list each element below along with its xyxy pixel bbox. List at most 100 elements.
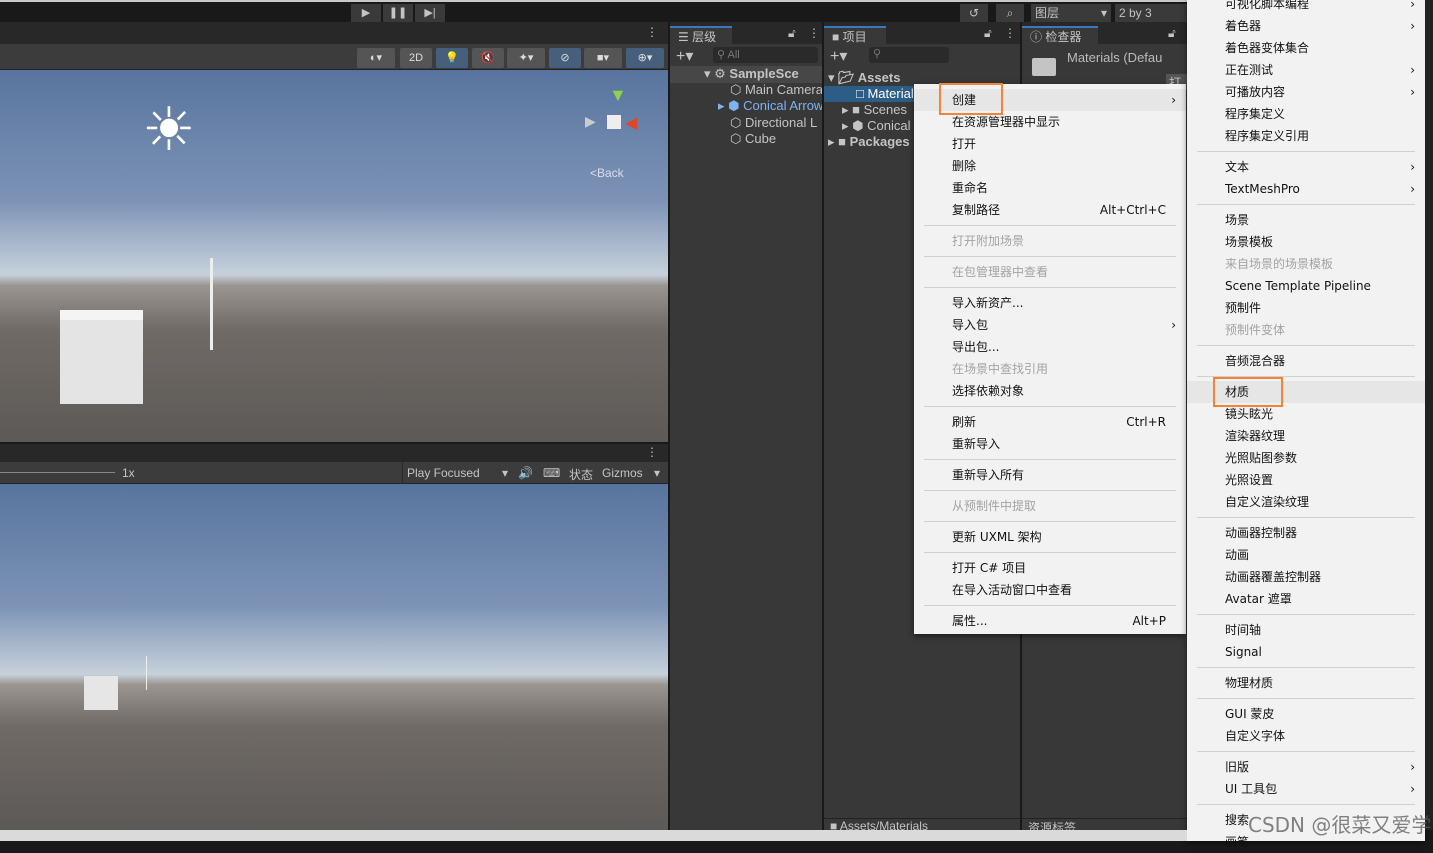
menu-item[interactable]: 渲染器纹理 xyxy=(1187,425,1425,447)
tab-project[interactable]: ■ 项目 xyxy=(824,26,886,44)
keyboard-icon[interactable]: ⌨ xyxy=(543,466,560,480)
menu-item[interactable]: 重新导入 xyxy=(914,433,1186,455)
lock-icon[interactable]: 🔓︎ xyxy=(984,26,992,41)
menu-item[interactable]: 程序集定义 xyxy=(1187,103,1425,125)
menu-item[interactable]: UI 工具包 › xyxy=(1187,778,1425,800)
menu-item[interactable]: GUI 蒙皮 xyxy=(1187,703,1425,725)
play-button[interactable]: ▶ xyxy=(351,4,381,22)
gizmos-button[interactable]: Gizmos xyxy=(602,466,643,480)
add-button[interactable]: +▾ xyxy=(676,46,693,66)
scene-view: ⋮ ◐▾ 2D 💡 🔇 ✦▾ ⊘ ■▾ ⊕▾ ☀ ▼ ◀ ▶ <Back xyxy=(0,22,668,442)
menu-item[interactable]: 打开 xyxy=(914,133,1186,155)
lighting-toggle[interactable]: 💡 xyxy=(436,48,468,68)
menu-item[interactable]: 预制件 xyxy=(1187,297,1425,319)
effects-dropdown[interactable]: ✦▾ xyxy=(507,48,545,68)
lock-icon[interactable]: 🔓︎ xyxy=(788,26,796,41)
add-button[interactable]: +▾ xyxy=(830,46,847,66)
hierarchy-item[interactable]: ⬡ Directional L xyxy=(730,115,822,131)
menu-item[interactable]: Signal xyxy=(1187,641,1425,663)
menu-item[interactable]: 刷新 Ctrl+R xyxy=(914,411,1186,433)
menu-item[interactable]: 时间轴 xyxy=(1187,619,1425,641)
scene-viewport[interactable]: ☀ ▼ ◀ ▶ <Back xyxy=(0,70,668,442)
asset-conical[interactable]: ▸ ⬢ Conical xyxy=(842,118,910,134)
hierarchy-item[interactable]: ▸ ⬢ Conical Arrow xyxy=(718,98,822,114)
camera-dropdown[interactable]: ■▾ xyxy=(584,48,622,68)
menu-item[interactable]: 动画 xyxy=(1187,544,1425,566)
2d-toggle[interactable]: 2D xyxy=(400,48,432,68)
menu-item[interactable]: 导入包 › xyxy=(914,314,1186,336)
more-icon[interactable]: ⋮ xyxy=(808,26,820,40)
scrollbar[interactable] xyxy=(1425,0,1433,830)
menu-item[interactable]: 自定义字体 xyxy=(1187,725,1425,747)
menu-item[interactable]: 程序集定义引用 xyxy=(1187,125,1425,147)
mute-audio-icon[interactable]: 🔊 xyxy=(518,466,533,480)
menu-item[interactable]: 场景 xyxy=(1187,209,1425,231)
project-search-input[interactable]: ⚲ xyxy=(869,47,949,63)
scene-root-item[interactable]: ▾ ⚙ SampleSce xyxy=(670,66,822,83)
menu-item[interactable]: 音频混合器 xyxy=(1187,350,1425,372)
hierarchy-search-input[interactable]: ⚲ All xyxy=(713,47,818,63)
tab-inspector[interactable]: ⓘ 检查器 xyxy=(1022,26,1098,44)
assets-folder[interactable]: ▾ 📂︎ Assets xyxy=(828,70,900,86)
menu-item[interactable]: 文本 › xyxy=(1187,156,1425,178)
hierarchy-item[interactable]: ⬡ Cube xyxy=(730,131,822,147)
visibility-toggle[interactable]: ⊘ xyxy=(549,48,581,68)
menu-item[interactable]: 选择依赖对象 xyxy=(914,380,1186,402)
folder-scenes[interactable]: ▸ ■ Scenes xyxy=(842,102,907,118)
back-label[interactable]: <Back xyxy=(590,166,624,180)
menu-item[interactable]: 属性... Alt+P xyxy=(914,610,1186,632)
menu-item[interactable]: 在导入活动窗口中查看 xyxy=(914,579,1186,601)
conical-arrow-object[interactable] xyxy=(210,258,213,350)
menu-item[interactable]: Scene Template Pipeline xyxy=(1187,275,1425,297)
hierarchy-item[interactable]: ⬡ Main Camera xyxy=(730,82,822,98)
more-icon[interactable]: ⋮ xyxy=(646,25,658,39)
menu-item[interactable]: 光照贴图参数 xyxy=(1187,447,1425,469)
layout-dropdown[interactable]: 2 by 3 xyxy=(1115,4,1190,22)
scale-slider[interactable] xyxy=(0,472,115,473)
shading-mode-button[interactable]: ◐▾ xyxy=(357,48,395,68)
menu-item[interactable]: 自定义渲染纹理 xyxy=(1187,491,1425,513)
menu-item[interactable]: 可播放内容 › xyxy=(1187,81,1425,103)
menu-item[interactable]: 复制路径 Alt+Ctrl+C xyxy=(914,199,1186,221)
more-icon[interactable]: ⋮ xyxy=(1004,26,1016,40)
step-button[interactable]: ▶| xyxy=(415,4,445,22)
menu-item[interactable]: 打开 C# 项目 xyxy=(914,557,1186,579)
menu-item[interactable]: 着色器变体集合 xyxy=(1187,37,1425,59)
menu-item[interactable]: 导出包... xyxy=(914,336,1186,358)
packages-folder[interactable]: ▸ ■ Packages xyxy=(828,134,910,150)
play-mode-dropdown[interactable]: Play Focused ▾ xyxy=(402,462,512,484)
menu-item[interactable]: 场景模板 xyxy=(1187,231,1425,253)
menu-item[interactable]: 着色器 › xyxy=(1187,15,1425,37)
menu-item[interactable]: TextMeshPro › xyxy=(1187,178,1425,200)
menu-item[interactable]: 物理材质 xyxy=(1187,672,1425,694)
stats-button[interactable]: 状态 xyxy=(569,466,593,483)
menu-item[interactable]: Avatar 遮罩 xyxy=(1187,588,1425,610)
search-icon[interactable]: ⌕ xyxy=(996,4,1024,22)
history-icon[interactable]: ↺ xyxy=(960,4,988,22)
hierarchy-panel: ☰ 层级 🔓︎ ⋮ +▾ ⚲ All ▾ ⚙ SampleSce ⬡ Main C… xyxy=(670,22,822,830)
menu-item[interactable]: 重新导入所有 xyxy=(914,464,1186,486)
cube-object[interactable] xyxy=(60,310,143,404)
menu-item[interactable]: 光照设置 xyxy=(1187,469,1425,491)
menu-item[interactable]: 重命名 xyxy=(914,177,1186,199)
lock-icon[interactable]: 🔓︎ xyxy=(1168,26,1176,41)
more-icon[interactable]: ⋮ xyxy=(646,445,658,459)
tab-hierarchy[interactable]: ☰ 层级 xyxy=(670,26,732,44)
gizmos-dropdown[interactable]: ⊕▾ xyxy=(626,48,664,68)
menu-item[interactable]: 旧版 › xyxy=(1187,756,1425,778)
layers-dropdown[interactable]: 图层 ▾ xyxy=(1031,4,1111,22)
menu-item[interactable]: 导入新资产... xyxy=(914,292,1186,314)
gizmos-dropdown-arrow[interactable]: ▾ xyxy=(654,466,660,480)
menu-item[interactable]: 动画器控制器 xyxy=(1187,522,1425,544)
audio-toggle[interactable]: 🔇 xyxy=(472,48,504,68)
menu-item-label: 正在测试 xyxy=(1225,63,1274,77)
game-viewport[interactable] xyxy=(0,484,668,830)
menu-item[interactable]: 正在测试 › xyxy=(1187,59,1425,81)
menu-item[interactable]: 更新 UXML 架构 xyxy=(914,526,1186,548)
menu-item[interactable]: 删除 xyxy=(914,155,1186,177)
directional-light-icon[interactable]: ☀ xyxy=(142,100,196,160)
pause-button[interactable]: ❚❚ xyxy=(383,4,413,22)
menu-item[interactable]: 动画器覆盖控制器 xyxy=(1187,566,1425,588)
scene-gizmo[interactable]: ▼ ◀ ▶ xyxy=(585,85,655,155)
menu-item[interactable]: 可视化脚本编程 › xyxy=(1187,0,1425,15)
